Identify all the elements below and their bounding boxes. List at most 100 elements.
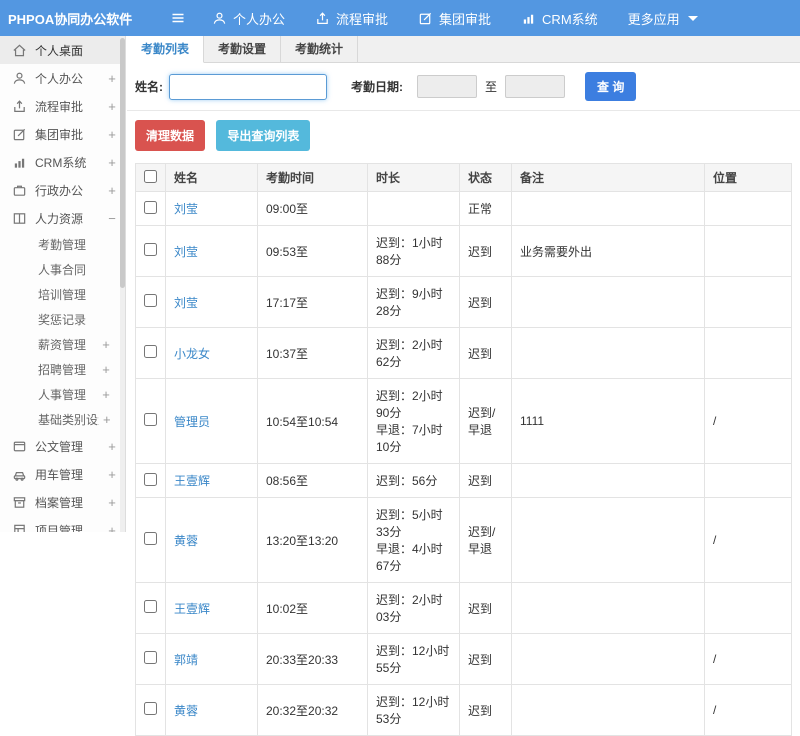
expand-plus-icon[interactable]: + bbox=[107, 495, 117, 510]
sidebar-item-projects[interactable]: 项目管理 + bbox=[0, 516, 125, 532]
expand-plus-icon[interactable]: + bbox=[107, 71, 117, 86]
sidebar-item-vehicles[interactable]: 用车管理 + bbox=[0, 460, 125, 488]
duration-cell bbox=[367, 191, 460, 226]
status-text: 迟到/早退 bbox=[459, 497, 512, 583]
sidebar-subitem-training[interactable]: 培训管理 bbox=[0, 282, 125, 307]
briefcase-icon bbox=[12, 183, 27, 198]
sidebar-subitem-personnel[interactable]: 人事管理 + bbox=[0, 382, 125, 407]
employee-name-link[interactable]: 黄蓉 bbox=[174, 534, 198, 548]
sidebar-subitem-label: 人事合同 bbox=[38, 263, 87, 277]
sidebar-item-personal-office[interactable]: 个人办公 + bbox=[0, 64, 125, 92]
document-icon bbox=[12, 439, 27, 454]
employee-name-link[interactable]: 王壹辉 bbox=[174, 602, 210, 616]
employee-name-link[interactable]: 刘莹 bbox=[174, 202, 198, 216]
sidebar-item-human-resources[interactable]: 人力资源 − bbox=[0, 204, 125, 232]
tab-attendance-list[interactable]: 考勤列表 bbox=[127, 36, 205, 63]
location-text bbox=[704, 582, 792, 634]
tab-attendance-stats[interactable]: 考勤统计 bbox=[281, 36, 359, 62]
status-text: 迟到/早退 bbox=[459, 378, 512, 464]
col-time: 考勤时间 bbox=[257, 163, 368, 192]
sidebar-subitem-recruitment[interactable]: 招聘管理 + bbox=[0, 357, 125, 382]
name-filter-input[interactable] bbox=[169, 73, 327, 100]
expand-plus-icon[interactable]: + bbox=[107, 183, 117, 198]
row-checkbox[interactable] bbox=[144, 200, 157, 214]
attendance-time: 10:02至 bbox=[257, 582, 368, 634]
sidebar-item-documents[interactable]: 公文管理 + bbox=[0, 432, 125, 460]
table-row: 小龙女 10:37至 迟到：2小时62分 迟到 bbox=[135, 327, 792, 379]
sidebar-scrollbar[interactable] bbox=[120, 36, 125, 532]
menu-toggle-button[interactable] bbox=[158, 10, 198, 26]
employee-name-link[interactable]: 王壹辉 bbox=[174, 474, 210, 488]
attendance-time: 09:53至 bbox=[257, 225, 368, 277]
expand-plus-icon[interactable]: + bbox=[101, 387, 111, 402]
expand-plus-icon[interactable]: + bbox=[107, 467, 117, 482]
sidebar-item-group-approval[interactable]: 集团审批 + bbox=[0, 120, 125, 148]
select-all-checkbox[interactable] bbox=[144, 169, 157, 183]
action-bar: 清理数据 导出查询列表 bbox=[127, 111, 800, 155]
expand-plus-icon[interactable]: + bbox=[107, 99, 117, 114]
table-row: 管理员 10:54至10:54 迟到：2小时90分 早退：7小时10分 迟到/早… bbox=[135, 378, 792, 464]
duration-line: 迟到：56分 bbox=[376, 474, 438, 488]
export-list-button[interactable]: 导出查询列表 bbox=[216, 120, 311, 151]
expand-plus-icon[interactable]: + bbox=[107, 127, 117, 142]
row-checkbox[interactable] bbox=[144, 532, 157, 545]
expand-plus-icon[interactable]: + bbox=[107, 155, 117, 170]
sidebar-subitem-label: 考勤管理 bbox=[38, 238, 87, 252]
sidebar-subitem-salary[interactable]: 薪资管理 + bbox=[0, 332, 125, 357]
row-checkbox[interactable] bbox=[144, 413, 157, 426]
status-text: 迟到 bbox=[459, 684, 512, 736]
expand-plus-icon[interactable]: + bbox=[107, 439, 117, 454]
location-text: / bbox=[704, 633, 792, 685]
sidebar-item-personal-desktop[interactable]: 个人桌面 bbox=[0, 36, 125, 64]
employee-name-link[interactable]: 刘莹 bbox=[174, 296, 198, 310]
sidebar-subitem-rewards[interactable]: 奖惩记录 bbox=[0, 307, 125, 332]
duration-cell: 迟到：56分 bbox=[367, 463, 460, 498]
scrollbar-thumb[interactable] bbox=[120, 38, 125, 288]
nav-crm-system[interactable]: CRM系统 bbox=[521, 9, 598, 28]
row-checkbox[interactable] bbox=[144, 345, 157, 358]
date-from-input[interactable] bbox=[417, 75, 477, 98]
location-text bbox=[704, 191, 792, 226]
nav-personal-office[interactable]: 个人办公 bbox=[212, 9, 285, 28]
sidebar-item-label: 个人办公 bbox=[35, 71, 84, 86]
row-checkbox[interactable] bbox=[144, 472, 157, 486]
sidebar-item-admin-office[interactable]: 行政办公 + bbox=[0, 176, 125, 204]
expand-plus-icon[interactable]: + bbox=[103, 412, 111, 427]
nav-workflow-approval[interactable]: 流程审批 bbox=[315, 9, 388, 28]
search-button[interactable]: 查 询 bbox=[585, 72, 637, 101]
table-row: 郭靖 20:33至20:33 迟到：12小时55分 迟到 / bbox=[135, 633, 792, 685]
date-to-input[interactable] bbox=[505, 75, 566, 98]
sidebar-item-workflow-approval[interactable]: 流程审批 + bbox=[0, 92, 125, 120]
sidebar-subitem-label: 人事管理 bbox=[38, 388, 87, 402]
row-checkbox[interactable] bbox=[144, 243, 157, 256]
employee-name-link[interactable]: 小龙女 bbox=[174, 347, 210, 361]
row-checkbox[interactable] bbox=[144, 294, 157, 307]
book-icon bbox=[12, 211, 27, 226]
expand-plus-icon[interactable]: + bbox=[101, 362, 111, 377]
sidebar-item-crm-system[interactable]: CRM系统 + bbox=[0, 148, 125, 176]
expand-plus-icon[interactable]: + bbox=[107, 523, 117, 533]
employee-name-link[interactable]: 刘莹 bbox=[174, 245, 198, 259]
sidebar-subitem-base-category[interactable]: 基础类别设置 + bbox=[0, 407, 125, 432]
col-duration: 时长 bbox=[367, 163, 460, 192]
employee-name-link[interactable]: 管理员 bbox=[174, 415, 210, 429]
app-logo: PHPOA协同办公软件 bbox=[8, 11, 133, 27]
expand-plus-icon[interactable]: + bbox=[101, 337, 111, 352]
sidebar-subitem-hr-contract[interactable]: 人事合同 bbox=[0, 257, 125, 282]
clean-data-button[interactable]: 清理数据 bbox=[135, 120, 206, 151]
nav-more-apps[interactable]: 更多应用 bbox=[628, 9, 698, 28]
employee-name-link[interactable]: 郭靖 bbox=[174, 653, 198, 667]
remark-text: 1111 bbox=[511, 378, 705, 464]
row-checkbox[interactable] bbox=[144, 600, 157, 613]
sidebar-subitem-attendance[interactable]: 考勤管理 bbox=[0, 232, 125, 257]
attendance-time: 20:33至20:33 bbox=[257, 633, 368, 685]
employee-name-link[interactable]: 黄蓉 bbox=[174, 704, 198, 718]
nav-group-approval[interactable]: 集团审批 bbox=[418, 9, 491, 28]
location-text bbox=[704, 463, 792, 498]
row-checkbox[interactable] bbox=[144, 651, 157, 664]
collapse-minus-icon[interactable]: − bbox=[107, 211, 117, 226]
remark-text bbox=[511, 327, 705, 379]
sidebar-item-archives[interactable]: 档案管理 + bbox=[0, 488, 125, 516]
tab-attendance-settings[interactable]: 考勤设置 bbox=[204, 36, 282, 62]
row-checkbox[interactable] bbox=[144, 702, 157, 715]
